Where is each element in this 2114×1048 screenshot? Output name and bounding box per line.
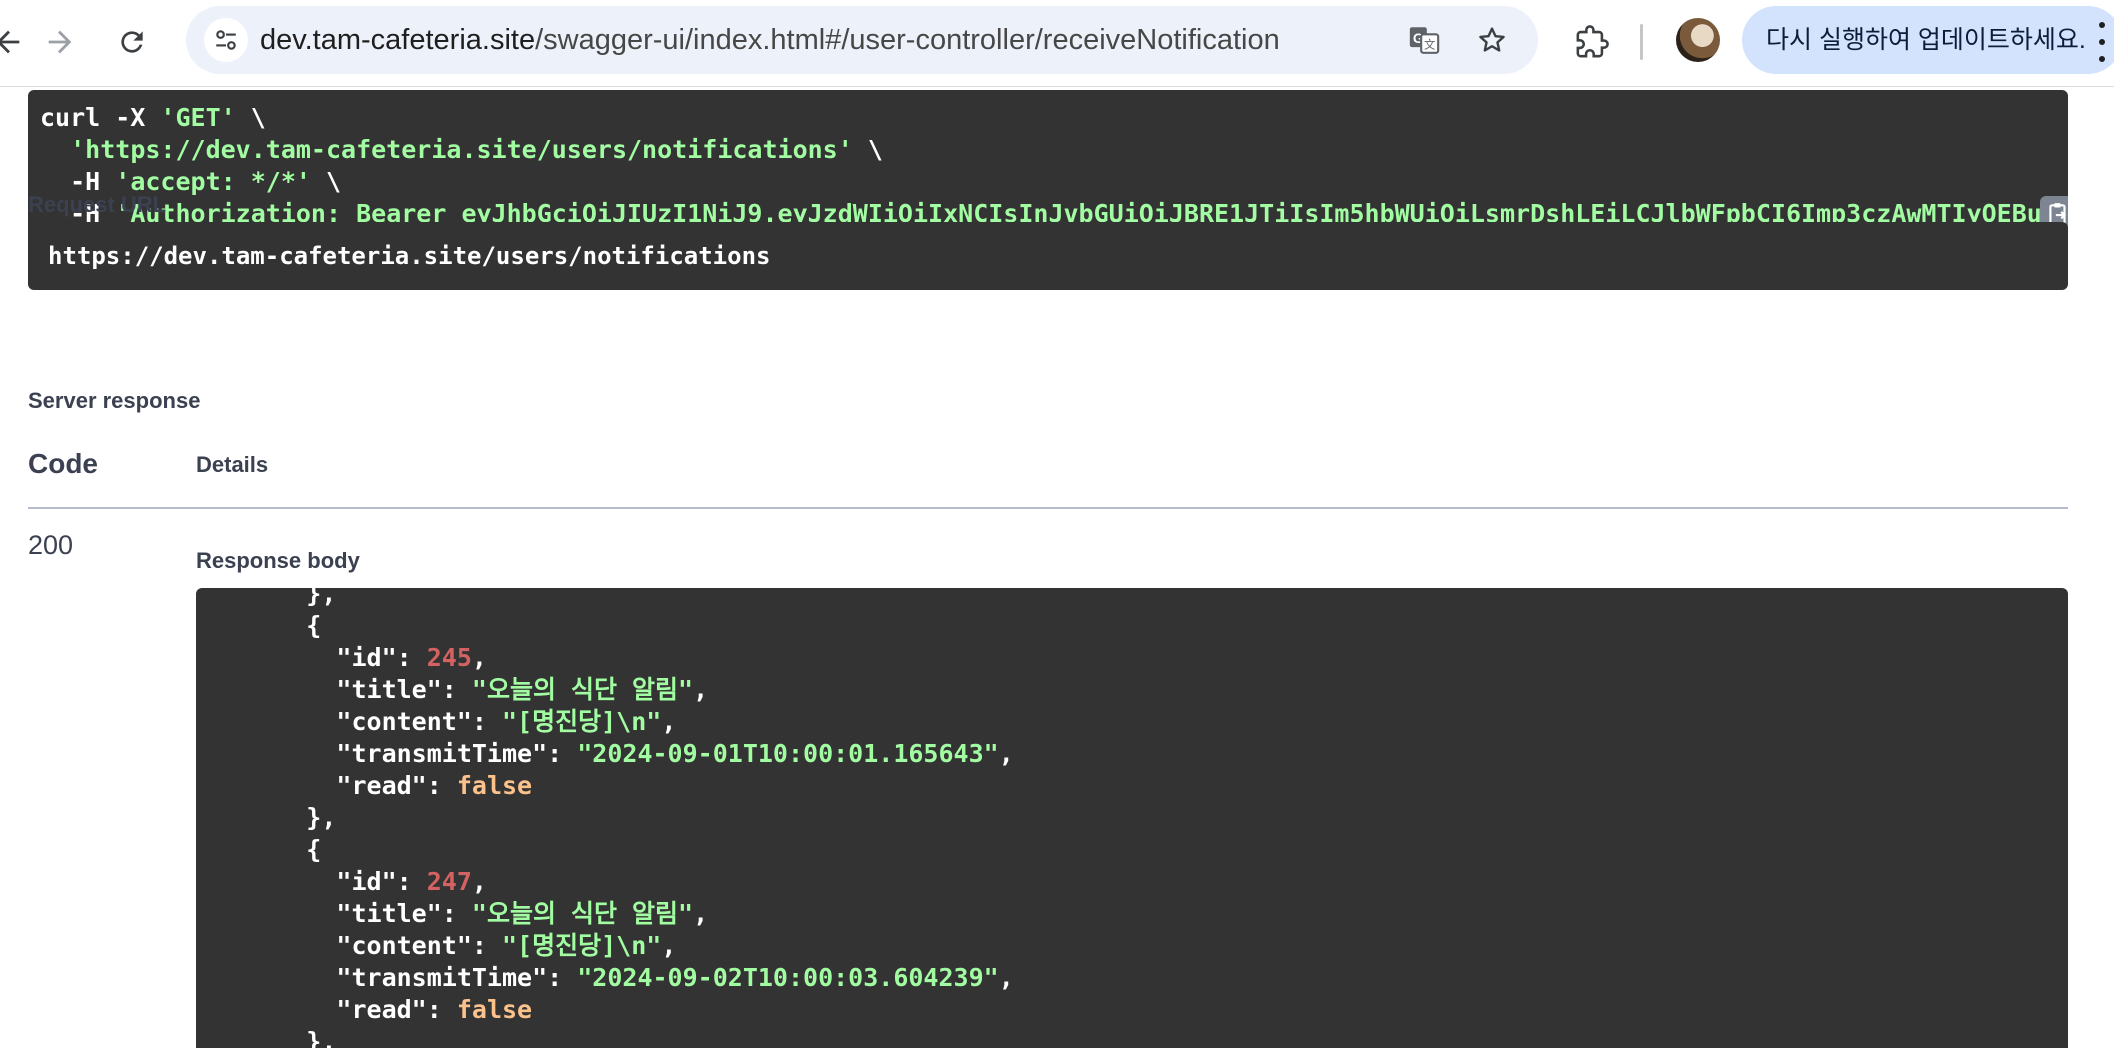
kebab-dot [2099, 56, 2105, 62]
translate-icon-glyph: G 文 [1409, 27, 1440, 54]
reload-icon[interactable] [108, 18, 156, 66]
curl-line-end: \ [310, 167, 342, 196]
response-body-block[interactable]: }, { "id": 245, "title": "오늘의 식단 알림", "c… [196, 588, 2068, 1048]
svg-text:文: 文 [1424, 38, 1435, 52]
url-host: dev.tam-cafeteria.site [260, 24, 536, 56]
json-id-value: 245 [426, 643, 472, 672]
request-url-block: https://dev.tam-cafeteria.site/users/not… [28, 222, 2068, 290]
json-key: "id" [336, 643, 397, 672]
json-content-value: "[명진당]\n" [502, 931, 662, 960]
response-body-code: }, { "id": 245, "title": "오늘의 식단 알림", "c… [216, 588, 1013, 1048]
tune-icon-glyph [216, 30, 236, 50]
kebab-dot [2099, 22, 2105, 28]
url-path: /swagger-ui/index.html#/user-controller/… [535, 24, 1280, 56]
json-key: "read" [336, 995, 427, 1024]
json-id-value: 247 [426, 867, 472, 896]
column-header-code: Code [28, 448, 98, 479]
json-key: "title" [336, 675, 442, 704]
json-content-value: "[명진당]\n" [502, 707, 662, 736]
server-response-label: Server response [28, 388, 201, 413]
reload-icon-glyph [121, 31, 143, 53]
json-read-value: false [456, 771, 533, 800]
star-icon-glyph [1479, 27, 1505, 52]
toolbar-divider [1640, 24, 1643, 60]
tune-icon[interactable] [204, 18, 248, 62]
update-button[interactable]: 다시 실행하여 업데이트하세요. [1742, 6, 2114, 74]
json-time-value: "2024-09-01T10:00:01.165643" [577, 739, 999, 768]
json-key: "transmitTime" [336, 963, 548, 992]
json-key: "read" [336, 771, 427, 800]
curl-line-end: \ [852, 135, 883, 164]
puzzle-icon[interactable] [1568, 18, 1616, 66]
arrow-left-icon-glyph [0, 30, 20, 54]
arrow-right-icon-glyph [48, 30, 72, 54]
column-header-details: Details [196, 452, 269, 477]
request-url-label: Request URL [28, 192, 167, 217]
curl-url: 'https://dev.tam-cafeteria.site/users/no… [70, 135, 853, 164]
curl-code-block: curl -X 'GET' \ 'https://dev.tam-cafeter… [28, 90, 2068, 242]
arrow-right-icon[interactable] [36, 18, 84, 66]
kebab-dot [2099, 39, 2105, 45]
json-close-brace: }, [216, 588, 337, 608]
json-key: "content" [336, 707, 472, 736]
avatar[interactable] [1676, 18, 1720, 62]
update-button-label: 다시 실행하여 업데이트하세요. [1766, 26, 2086, 54]
address-bar[interactable]: dev.tam-cafeteria.site/swagger-ui/index.… [186, 6, 1538, 74]
json-time-value: "2024-09-02T10:00:03.604239" [577, 963, 999, 992]
translate-icon[interactable]: G 文 [1404, 20, 1444, 60]
request-url-value: https://dev.tam-cafeteria.site/users/not… [48, 242, 771, 270]
json-title-value: "오늘의 식단 알림" [471, 675, 694, 704]
url-text[interactable]: dev.tam-cafeteria.site/swagger-ui/index.… [260, 6, 1280, 74]
curl-line-end: \ [235, 103, 266, 132]
json-read-value: false [456, 995, 533, 1024]
curl-method: 'GET' [160, 103, 236, 132]
json-key: "transmitTime" [336, 739, 548, 768]
browser-toolbar: dev.tam-cafeteria.site/swagger-ui/index.… [0, 0, 2114, 87]
arrow-left-icon[interactable] [0, 18, 32, 66]
response-status-code: 200 [28, 530, 74, 560]
json-title-value: "오늘의 식단 알림" [471, 899, 694, 928]
kebab-menu-icon[interactable] [2090, 22, 2114, 62]
swagger-content: curl -X 'GET' \ 'https://dev.tam-cafeter… [0, 86, 2114, 1048]
curl-cmd: curl -X [40, 103, 161, 132]
json-key: "id" [336, 867, 397, 896]
table-divider [28, 507, 2068, 509]
json-key: "content" [336, 931, 472, 960]
curl-code: curl -X 'GET' \ 'https://dev.tam-cafeter… [40, 102, 2068, 230]
response-body-label: Response body [196, 548, 360, 573]
star-icon[interactable] [1470, 18, 1514, 62]
json-key: "title" [336, 899, 442, 928]
puzzle-icon-glyph [1576, 25, 1609, 58]
